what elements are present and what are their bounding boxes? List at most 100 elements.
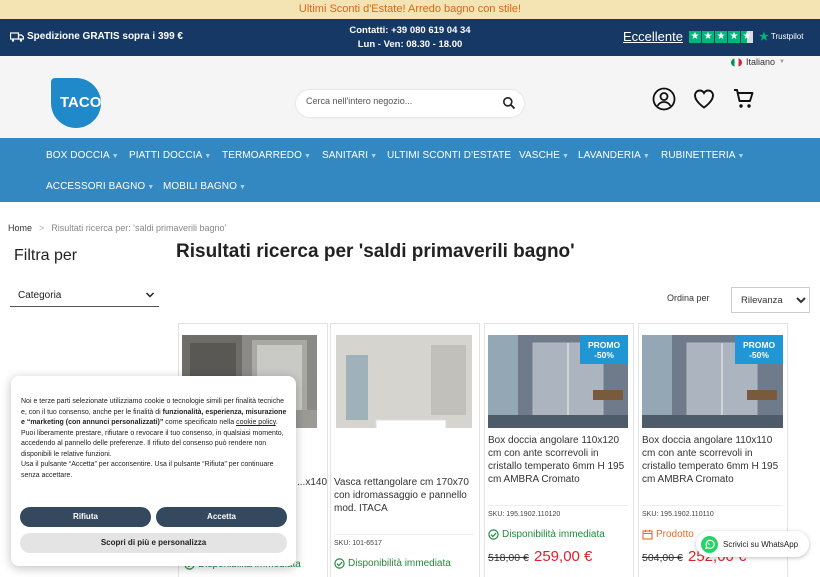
main-navigation: BOX DOCCIA ▼ PIATTI DOCCIA ▼ TERMOARREDO ▼ … (0, 138, 820, 202)
contacts: Contatti: +39 080 619 04 34 Lun - Ven: 0… (310, 24, 510, 52)
cookie-policy-link[interactable]: cookie policy (236, 419, 276, 426)
shipping-text: Spedizione GRATIS sopra i 399 € (27, 31, 183, 42)
product-card[interactable]: Vasca rettangolare cm 170x70 con idromas… (330, 323, 480, 577)
trustpilot-star-icon: ★ (758, 31, 769, 43)
nav-item-label: SANITARI (322, 150, 369, 161)
accept-button[interactable]: Accetta (156, 507, 287, 527)
bathtub-photo (336, 335, 472, 428)
half-star-icon: ★ (740, 30, 753, 43)
availability-text: Disponibilità immediata (348, 558, 451, 569)
availability-text: Prodotto (656, 529, 694, 540)
product-card[interactable]: PROMO -50% Box doccia angolare 110x120 cm… (484, 323, 634, 577)
product-sku: SKU: 101-6517 (334, 534, 474, 547)
whatsapp-label: Scrivici su WhatsApp (723, 539, 799, 549)
check-circle-icon (334, 558, 345, 569)
category-filter[interactable]: Categoria (10, 285, 159, 307)
availability-text: Disponibilità immediata (502, 529, 605, 540)
nav-item-sanitari[interactable]: SANITARI ▼ (322, 150, 377, 161)
nav-item-box-doccia[interactable]: BOX DOCCIA ▼ (46, 150, 119, 161)
product-name[interactable]: Box doccia angolare 110x110 cm con ante … (642, 434, 782, 486)
rating-label[interactable]: Eccellente (623, 29, 683, 44)
chevron-down-icon (145, 292, 155, 298)
contact-hours: Lun - Ven: 08.30 - 18.00 (357, 39, 463, 50)
promo-badge-discount: -50% (749, 350, 769, 360)
reject-button[interactable]: Rifiuta (20, 507, 151, 527)
product-sku: SKU: 195.1902.110120 (488, 505, 628, 518)
promo-badge: PROMO -50% (580, 336, 628, 364)
rating-stars: ★ ★ ★ ★ ★ (688, 30, 753, 43)
product-name[interactable]: Box doccia angolare 110x120 cm con ante … (488, 434, 628, 486)
availability: Disponibilità immediata (488, 529, 605, 540)
whatsapp-chat-button[interactable]: Scrivici su WhatsApp (696, 531, 809, 557)
chevron-down-icon: ▼ (370, 153, 378, 160)
customize-button[interactable]: Scopri di più e personalizza (20, 533, 287, 553)
sort-select[interactable]: Rilevanza (731, 287, 810, 313)
nav-item-label: LAVANDERIA (578, 150, 641, 161)
nav-item-label: ACCESSORI BAGNO (46, 181, 146, 192)
contact-phone[interactable]: Contatti: +39 080 619 04 34 (310, 24, 510, 38)
cookie-text-paragraph: Usa il pulsante “Accetta” per acconsenti… (21, 461, 274, 479)
promo-badge-label: PROMO (742, 340, 776, 350)
search-icon[interactable] (502, 96, 516, 110)
whatsapp-icon (701, 535, 718, 553)
wishlist-heart-icon[interactable] (692, 87, 716, 111)
nav-item-lavanderia[interactable]: LAVANDERIA ▼ (578, 150, 650, 161)
nav-item-label: MOBILI BAGNO (163, 181, 237, 192)
italy-flag-icon (731, 57, 742, 67)
availability: Disponibilità immediata (334, 558, 451, 569)
nav-item-vasche[interactable]: VASCHE ▼ (519, 150, 569, 161)
star-icon: ★ (688, 30, 701, 43)
cookie-text-part: come specificato nella (163, 419, 237, 426)
nav-item-ultimi-sconti[interactable]: ULTIMI SCONTI D'ESTATE (387, 150, 511, 161)
trustpilot-name: Trustpilot (770, 32, 804, 41)
site-logo[interactable]: TACO (51, 78, 101, 128)
top-bar: Spedizione GRATIS sopra i 399 € Contatti… (0, 19, 820, 56)
product-name[interactable]: ...x140 (297, 476, 327, 489)
chevron-down-icon: ▼ (737, 153, 745, 160)
account-icon[interactable] (652, 87, 676, 111)
cookie-consent-banner: Noi e terze parti selezionate utilizziam… (11, 376, 296, 566)
nav-item-label: RUBINETTERIA (661, 150, 736, 161)
breadcrumb-home[interactable]: Home (8, 223, 32, 233)
breadcrumb-current: Risultati ricerca per: 'saldi primaveril… (51, 223, 227, 233)
promo-banner[interactable]: Ultimi Sconti d'Estate! Arredo bagno con… (0, 0, 820, 19)
cookie-text: Noi e terze parti selezionate utilizziam… (21, 397, 289, 481)
chevron-down-icon: ▼ (204, 153, 212, 160)
nav-item-label: PIATTI DOCCIA (129, 150, 203, 161)
breadcrumb: Home > Risultati ricerca per: 'saldi pri… (8, 223, 226, 233)
nav-item-label: BOX DOCCIA (46, 150, 110, 161)
breadcrumb-separator: > (39, 223, 45, 233)
language-selector[interactable]: Italiano ▼ (731, 57, 785, 67)
promo-badge-label: PROMO (587, 340, 621, 350)
product-sku: SKU: 195.1902.110110 (642, 505, 782, 518)
product-name[interactable]: Vasca rettangolare cm 170x70 con idromas… (334, 476, 479, 515)
availability: Prodotto (642, 529, 694, 540)
cookie-text-paragraph: Puoi liberamente prestare, rifiutare o r… (21, 429, 284, 458)
product-image[interactable] (336, 335, 472, 428)
nav-item-termoarredo[interactable]: TERMOARREDO ▼ (222, 150, 311, 161)
star-icon: ★ (714, 30, 727, 43)
nav-item-label: TERMOARREDO (222, 150, 302, 161)
search-input[interactable] (306, 96, 486, 106)
language-label: Italiano (746, 57, 776, 67)
nav-item-rubinetteria[interactable]: RUBINETTERIA ▼ (661, 150, 745, 161)
nav-item-label: ULTIMI SCONTI D'ESTATE (387, 150, 512, 161)
chevron-down-icon: ▼ (111, 153, 119, 160)
page-title: Risultati ricerca per 'saldi primaverili… (176, 241, 575, 262)
nav-item-mobili-bagno[interactable]: MOBILI BAGNO ▼ (163, 181, 246, 192)
truck-icon (10, 31, 24, 42)
chevron-down-icon: ▼ (304, 153, 312, 160)
chevron-down-icon: ▼ (779, 59, 785, 65)
trustpilot-widget[interactable]: Eccellente ★ ★ ★ ★ ★ ★ Trustpilot (623, 29, 803, 44)
trustpilot-logo: ★ Trustpilot (759, 30, 803, 43)
nav-item-label: VASCHE (519, 150, 560, 161)
nav-item-accessori-bagno[interactable]: ACCESSORI BAGNO ▼ (46, 181, 154, 192)
chevron-down-icon: ▼ (239, 184, 247, 191)
chevron-down-icon: ▼ (147, 184, 155, 191)
nav-item-piatti-doccia[interactable]: PIATTI DOCCIA ▼ (129, 150, 211, 161)
cart-icon[interactable] (732, 87, 756, 111)
star-icon: ★ (727, 30, 740, 43)
filter-title: Filtra per (14, 247, 78, 264)
category-filter-label: Categoria (18, 290, 62, 301)
sort-label: Ordina per (667, 293, 710, 303)
